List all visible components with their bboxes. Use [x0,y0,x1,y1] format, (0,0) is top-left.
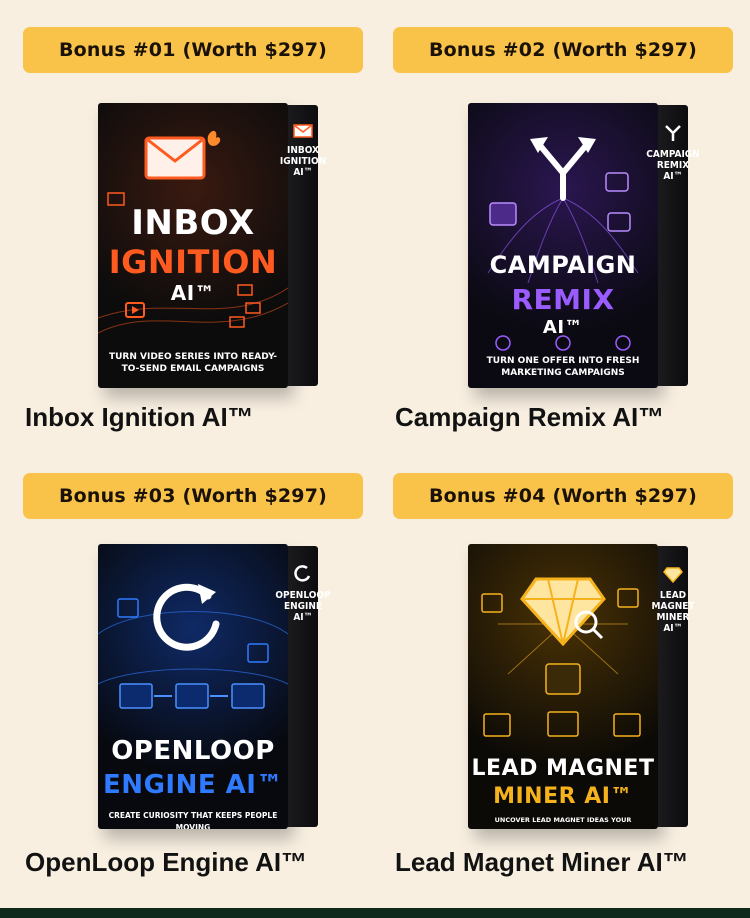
split-arrows-icon [487,137,639,351]
box-title-line3: AI™ [542,317,584,338]
box-tagline: TURN ONE OFFER INTO FRESH MARKETING CAMP… [486,356,640,378]
box-title-line1: INBOX [131,203,255,243]
bonus-name: Inbox Ignition AI™ [25,402,254,432]
product-box-image: LEAD MAGNET MINER AI™ UNCOVER LEAD MAGNE… [393,544,733,844]
footer-band [0,908,750,918]
box-title-line1: LEAD MAGNET [471,756,655,781]
loop-icon [294,565,311,582]
box-tagline: UNCOVER LEAD MAGNET IDEAS YOUR AUDIENCE … [494,816,632,829]
bonus-name: OpenLoop Engine AI™ [25,847,308,877]
bonus-name: Lead Magnet Miner AI™ [395,847,689,877]
bonus-card-2: Bonus #02 (Worth $297) CAMPAIGN REMIX AI… [393,27,733,433]
box-spine: LEAD MAGNET MINER AI™ [651,546,695,827]
bonus-badge: Bonus #03 (Worth $297) [23,473,363,519]
bonus-card-4: Bonus #04 (Worth $297) LEAD MAGNET MINER… [393,473,733,878]
box-title-line1: CAMPAIGN [489,251,637,279]
box-spine-text: INBOX IGNITION AI™ [279,145,327,178]
box-spine: INBOX IGNITION AI™ [280,105,326,386]
bonus-badge: Bonus #01 (Worth $297) [23,27,363,73]
box-tagline: TURN VIDEO SERIES INTO READY-TO-SEND EMA… [108,352,278,374]
box-title-line2: ENGINE AI™ [103,770,283,800]
product-box-image: CAMPAIGN REMIX AI™ TURN ONE OFFER INTO F… [393,103,733,403]
box-title-line1: OPENLOOP [111,736,275,766]
split-arrows-icon [665,125,681,141]
diamond-icon [663,567,683,584]
box-title-line3: AI™ [170,281,216,305]
box-spine-text: CAMPAIGN REMIX AI™ [646,149,700,182]
box-spine-text: LEAD MAGNET MINER AI™ [651,590,695,634]
box-title-line2: MINER AI™ [493,784,633,809]
box-title-line2: IGNITION [108,243,278,281]
envelope-icon [293,124,313,138]
box-title-line2: REMIX [511,283,615,316]
box-tagline: CREATE CURIOSITY THAT KEEPS PEOPLE MOVIN… [108,811,278,829]
box-spine-text: OPENLOOP ENGINE AI™ [275,590,331,623]
product-box-image: OPENLOOP ENGINE AI™ CREATE CURIOSITY THA… [23,544,363,844]
bonus-card-1: Bonus #01 (Worth $297) INBOX IGNITION AI… [23,27,363,433]
bonus-badge: Bonus #04 (Worth $297) [393,473,733,519]
bonus-badge: Bonus #02 (Worth $297) [393,27,733,73]
product-box-image: INBOX IGNITION AI™ TURN VIDEO SERIES INT… [23,103,363,403]
box-spine: OPENLOOP ENGINE AI™ [275,546,331,827]
bonus-card-3: Bonus #03 (Worth $297) OPENLOOP ENGINE A… [23,473,363,878]
bonus-name: Campaign Remix AI™ [395,402,665,432]
box-spine: CAMPAIGN REMIX AI™ [646,105,700,386]
